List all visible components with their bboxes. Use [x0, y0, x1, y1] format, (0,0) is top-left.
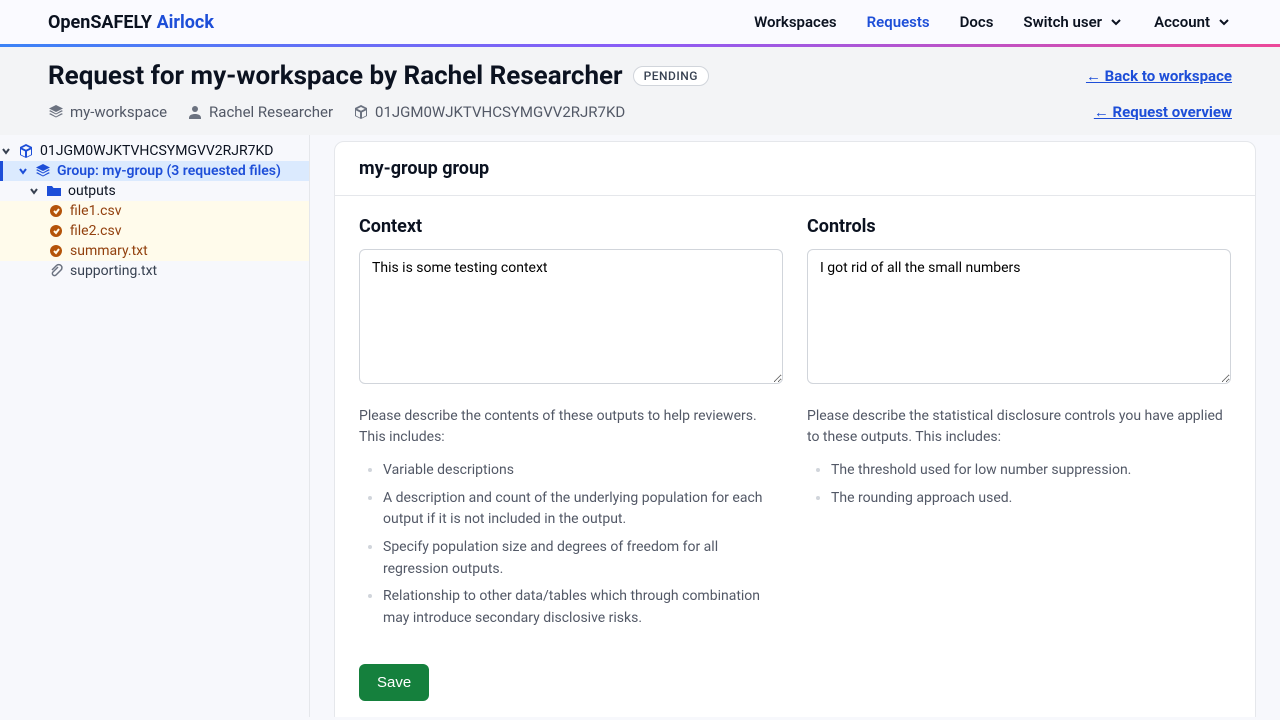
controls-section: Controls Please describe the statistical…	[807, 216, 1231, 701]
nav-switch-user[interactable]: Switch user	[1023, 13, 1124, 31]
page-header: Request for my-workspace by Rachel Resea…	[0, 47, 1280, 135]
meta-workspace: my-workspace	[48, 103, 167, 121]
nav-workspaces[interactable]: Workspaces	[754, 13, 837, 31]
context-help-item: A description and count of the underlyin…	[383, 488, 783, 531]
back-to-workspace-link[interactable]: ← Back to workspace	[1086, 67, 1232, 85]
tree-file-label: supporting.txt	[70, 263, 157, 279]
context-textarea[interactable]	[359, 249, 783, 384]
chevron-down-icon	[1216, 14, 1232, 30]
tree-file-label: file2.csv	[70, 223, 121, 239]
sidebar: 01JGM0WJKTVHCSYMGVV2RJR7KD Group: my-gro…	[0, 135, 310, 717]
tree-file-summary[interactable]: summary.txt	[0, 241, 309, 261]
nav-docs[interactable]: Docs	[960, 13, 994, 31]
save-button[interactable]: Save	[359, 664, 429, 701]
context-help-item: Relationship to other data/tables which …	[383, 586, 783, 629]
context-help-list: Variable descriptions A description and …	[359, 460, 783, 630]
controls-help-list: The threshold used for low number suppre…	[807, 460, 1231, 509]
tree-root-label: 01JGM0WJKTVHCSYMGVV2RJR7KD	[40, 143, 274, 159]
attachment-icon	[48, 263, 64, 279]
tree-file-label: file1.csv	[70, 203, 121, 219]
nav-account-label: Account	[1154, 13, 1210, 31]
content-area: my-group group Context Please describe t…	[310, 135, 1280, 717]
controls-heading: Controls	[807, 216, 1231, 237]
meta-workspace-label: my-workspace	[70, 103, 167, 121]
context-help-intro: Please describe the contents of these ou…	[359, 406, 783, 448]
meta-request-id: 01JGM0WJKTVHCSYMGVV2RJR7KD	[353, 103, 625, 121]
tree-folder-outputs[interactable]: outputs	[0, 181, 309, 201]
meta-user-label: Rachel Researcher	[209, 103, 333, 121]
file-output-icon	[48, 223, 64, 239]
logo-accent: Airlock	[157, 12, 214, 33]
caret-icon	[28, 185, 40, 197]
tree-file-file1[interactable]: file1.csv	[0, 201, 309, 221]
cube-icon	[353, 104, 369, 120]
context-section: Context Please describe the contents of …	[359, 216, 783, 701]
tree-root[interactable]: 01JGM0WJKTVHCSYMGVV2RJR7KD	[0, 141, 309, 161]
logo[interactable]: OpenSAFELY Airlock	[48, 12, 214, 33]
tree-folder-label: outputs	[68, 183, 116, 199]
nav-account[interactable]: Account	[1154, 13, 1232, 31]
page-title: Request for my-workspace by Rachel Resea…	[48, 61, 623, 91]
nav-requests[interactable]: Requests	[867, 13, 930, 31]
file-output-icon	[48, 203, 64, 219]
layers-icon	[48, 104, 64, 120]
folder-icon	[46, 183, 62, 199]
group-heading: my-group group	[335, 142, 1255, 196]
context-help-item: Variable descriptions	[383, 460, 783, 482]
nav-switch-user-label: Switch user	[1023, 13, 1102, 31]
controls-help-item: The threshold used for low number suppre…	[831, 460, 1231, 482]
meta-user: Rachel Researcher	[187, 103, 333, 121]
cube-icon	[18, 143, 34, 159]
status-badge: PENDING	[633, 66, 709, 86]
tree-group[interactable]: Group: my-group (3 requested files)	[0, 161, 309, 181]
file-output-icon	[48, 243, 64, 259]
tree-file-supporting[interactable]: supporting.txt	[0, 261, 309, 281]
caret-icon	[17, 165, 29, 177]
top-nav: OpenSAFELY Airlock Workspaces Requests D…	[0, 0, 1280, 44]
nav-links: Workspaces Requests Docs Switch user Acc…	[754, 13, 1232, 31]
tree-file-file2[interactable]: file2.csv	[0, 221, 309, 241]
layers-icon	[35, 163, 51, 179]
user-icon	[187, 104, 203, 120]
request-overview-link[interactable]: ← Request overview	[1094, 103, 1232, 121]
group-panel: my-group group Context Please describe t…	[334, 141, 1256, 717]
logo-main: OpenSAFELY	[48, 12, 152, 33]
page-title-wrap: Request for my-workspace by Rachel Resea…	[48, 61, 709, 91]
caret-icon	[0, 145, 12, 157]
controls-help-intro: Please describe the statistical disclosu…	[807, 406, 1231, 448]
context-heading: Context	[359, 216, 783, 237]
controls-help-item: The rounding approach used.	[831, 488, 1231, 510]
chevron-down-icon	[1108, 14, 1124, 30]
tree-group-label: Group: my-group (3 requested files)	[57, 163, 281, 179]
controls-textarea[interactable]	[807, 249, 1231, 384]
meta-request-id-label: 01JGM0WJKTVHCSYMGVV2RJR7KD	[375, 103, 625, 121]
tree-file-label: summary.txt	[70, 243, 148, 259]
context-help-item: Specify population size and degrees of f…	[383, 537, 783, 580]
